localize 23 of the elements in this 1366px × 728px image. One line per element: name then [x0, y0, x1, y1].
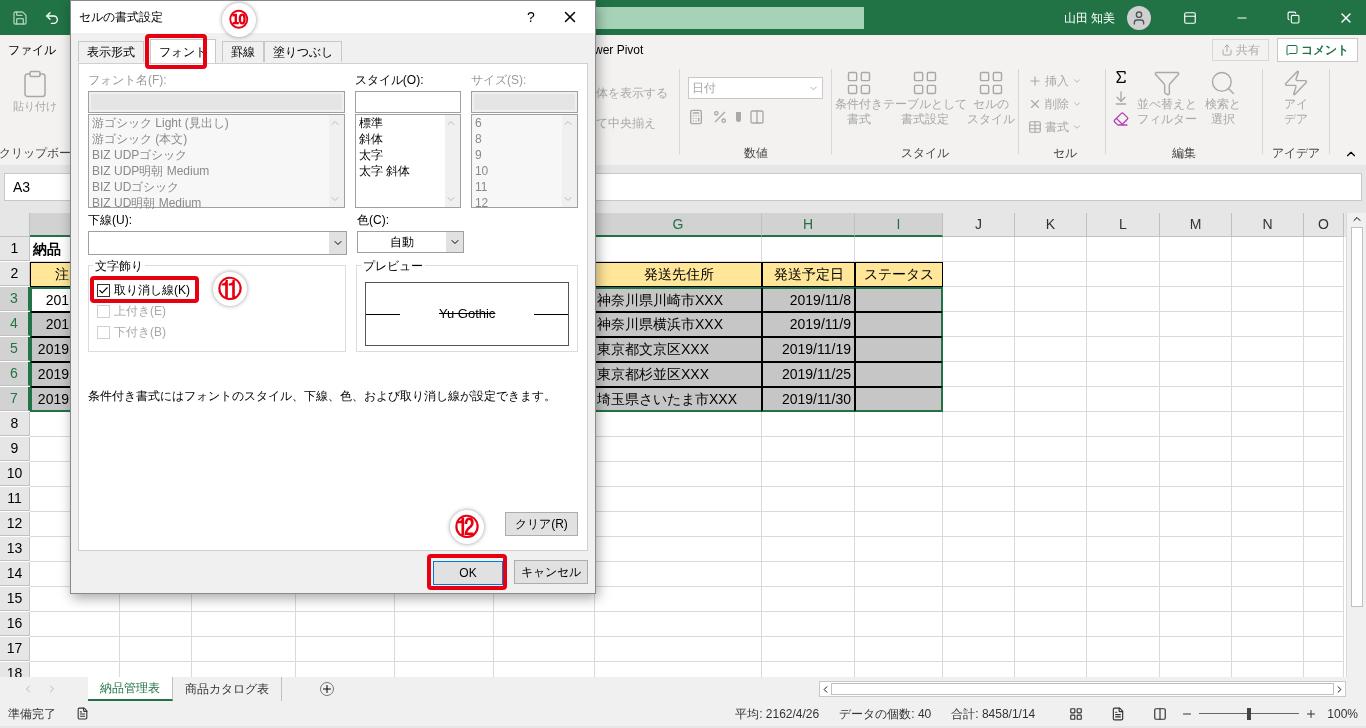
group-label: プレビュー	[361, 258, 426, 274]
group-label: スタイル	[901, 145, 949, 161]
status-stat: データの個数: 40	[839, 705, 932, 722]
preview-text: Yu Gothic	[438, 305, 497, 324]
note-text: 条件付き書式にはフォントのスタイル、下線、色、および取り消し線が設定できます。	[88, 388, 557, 404]
user-name: 山田 知美	[1063, 9, 1115, 26]
group-label: クリップボー	[0, 145, 71, 161]
status-stat: 平均: 2162/4/26	[735, 705, 820, 722]
field-label: スタイル(O):	[354, 72, 425, 88]
status-stat: 合計: 8458/1/14	[951, 705, 1036, 722]
field-label: 色(C):	[357, 212, 390, 228]
group-label: 文字飾り	[93, 258, 145, 274]
zoom-level: 100%	[1327, 705, 1358, 722]
field-label: サイズ(S):	[470, 72, 528, 88]
field-label: 下線(U):	[88, 212, 133, 228]
step-number: ⑪	[213, 272, 247, 306]
status-text: 準備完了	[8, 705, 56, 722]
group-label: 編集	[1172, 145, 1196, 161]
group-label: 数値	[743, 145, 768, 161]
dialog-title: セルの書式設定	[79, 9, 163, 25]
field-label: フォント名(F):	[88, 72, 168, 88]
group-label: セル	[1053, 145, 1077, 161]
group-label: アイデア	[1272, 145, 1320, 161]
